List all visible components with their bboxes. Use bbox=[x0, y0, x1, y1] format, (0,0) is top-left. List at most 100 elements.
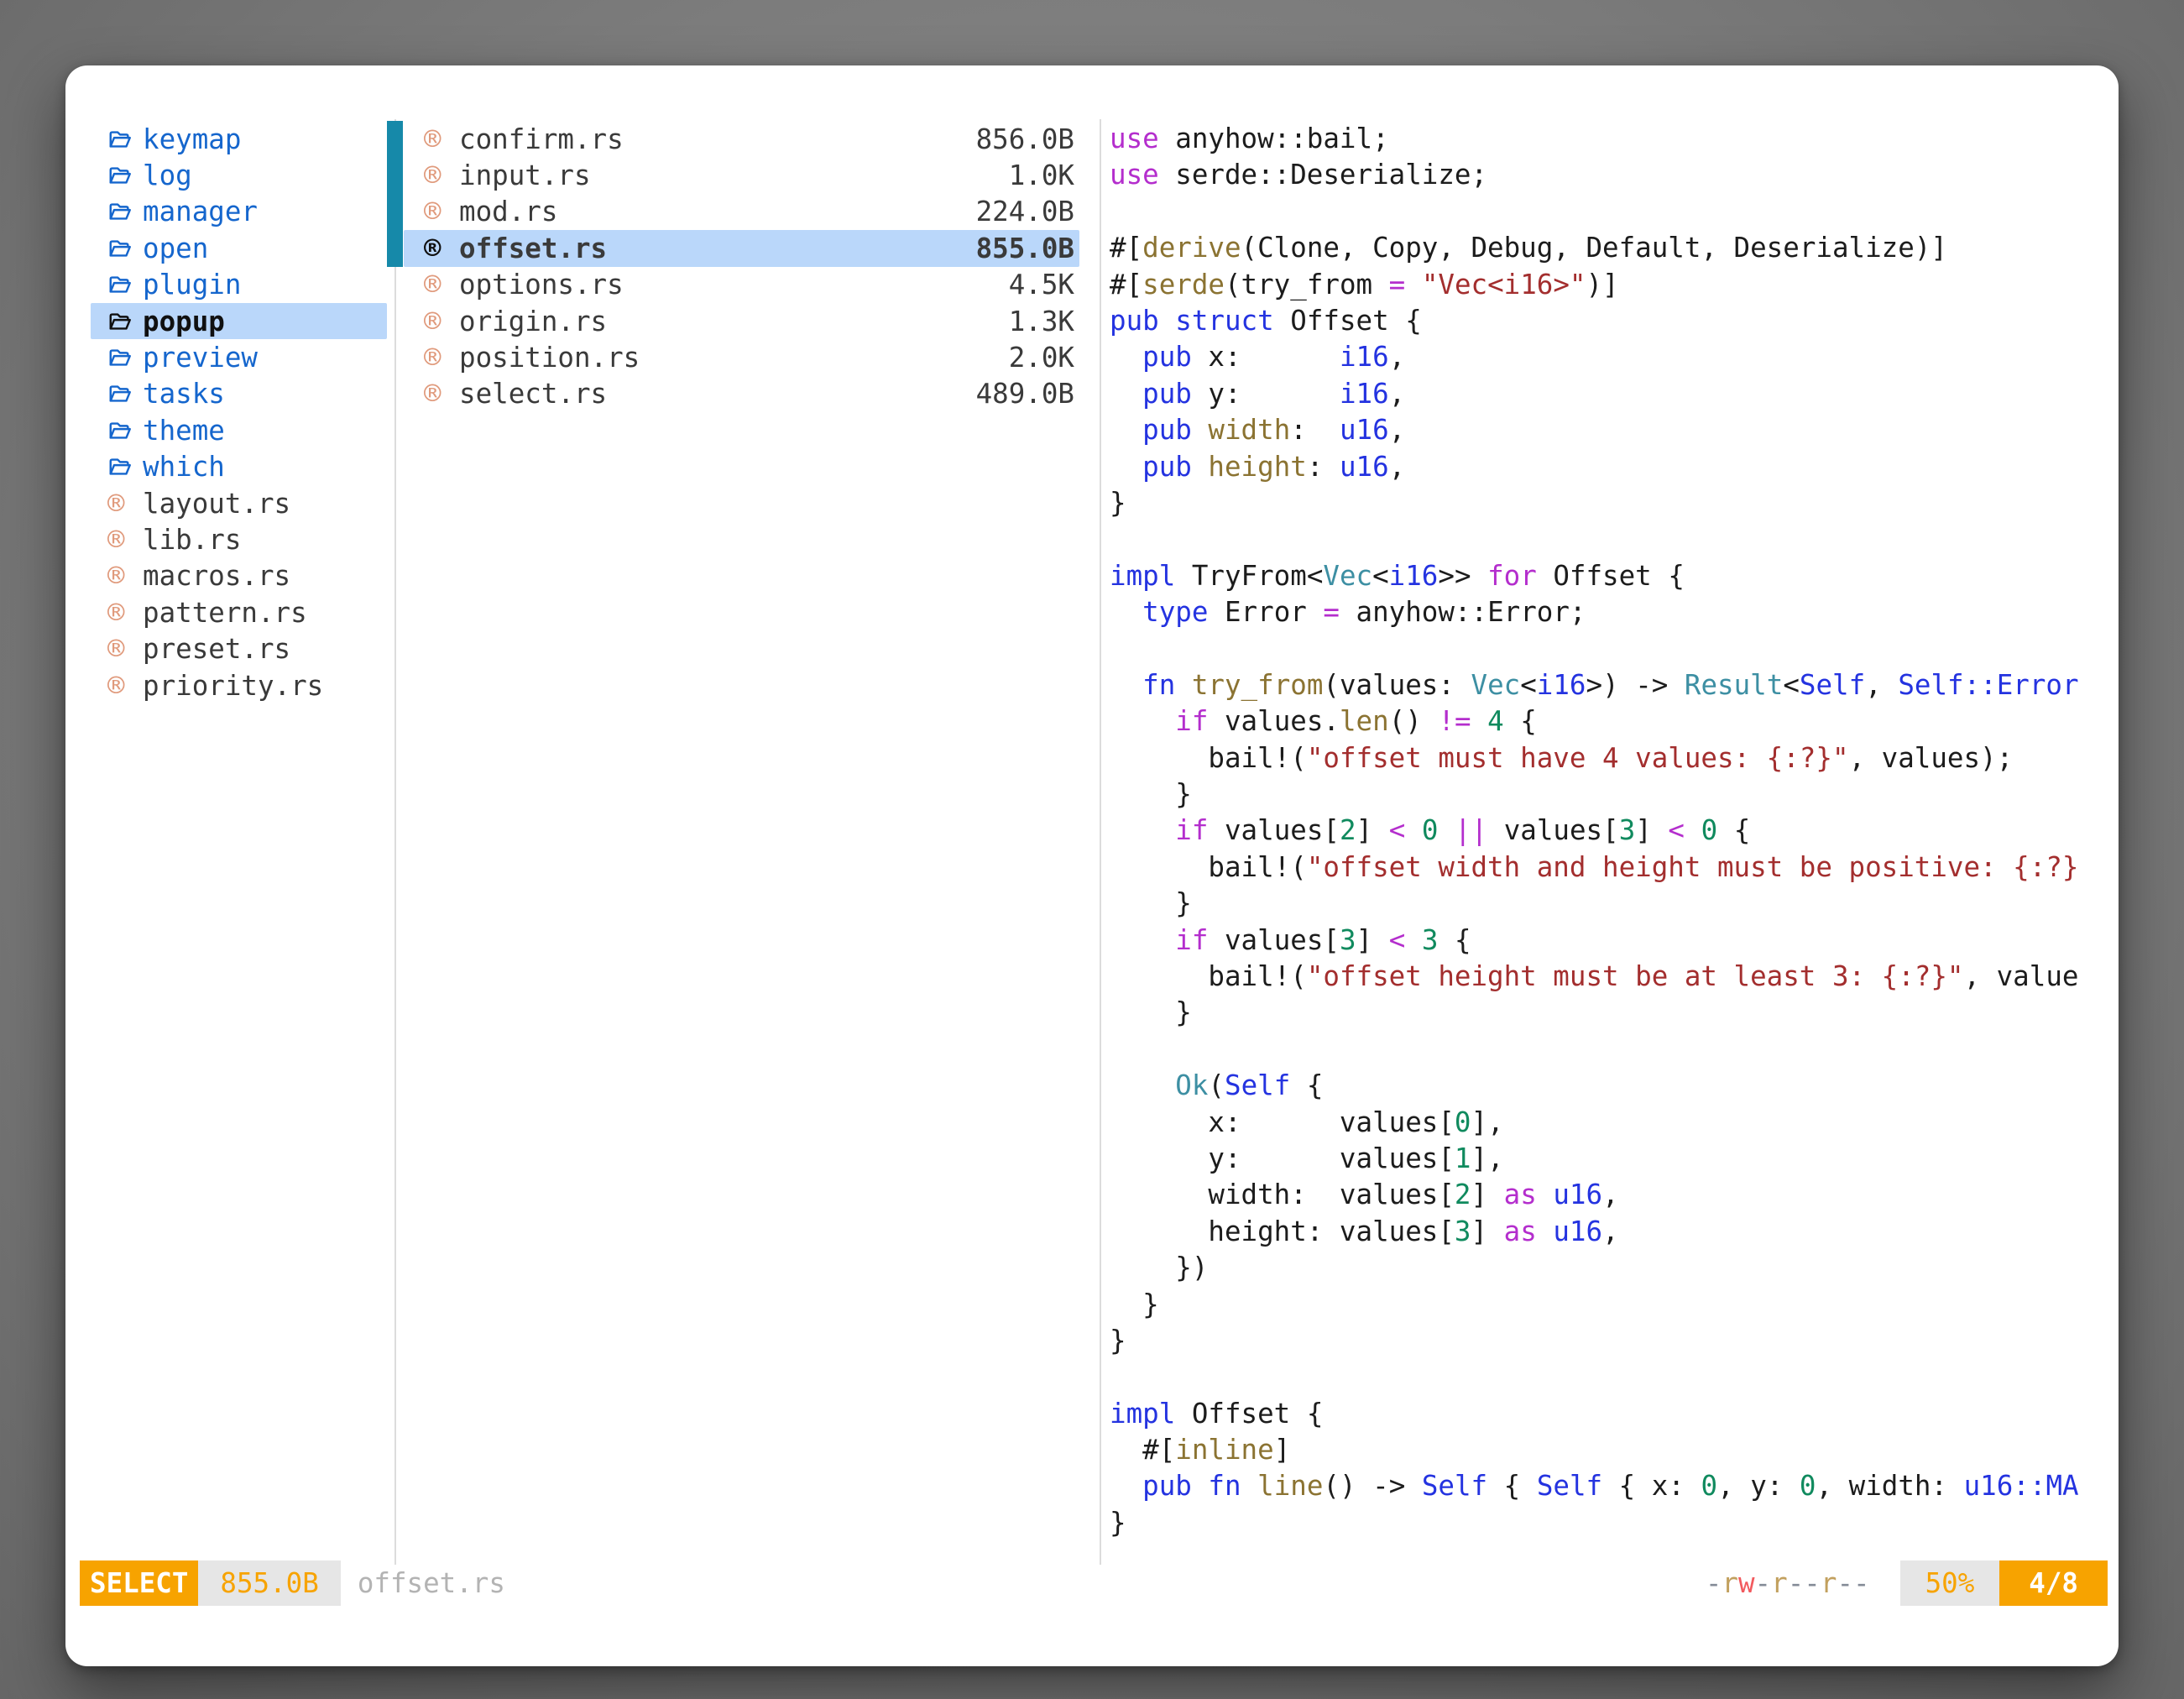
sidebar-item-lib.rs[interactable]: ®lib.rs bbox=[91, 521, 387, 557]
sidebar-item-label: log bbox=[143, 159, 192, 191]
code-line: use anyhow::bail; bbox=[1110, 121, 2113, 157]
code-line: #[inline] bbox=[1110, 1432, 2113, 1468]
sidebar-item-manager[interactable]: manager bbox=[91, 194, 387, 230]
file-row-offset.rs[interactable]: ®offset.rs855.0B bbox=[404, 230, 1079, 266]
pane-divider-right bbox=[1100, 119, 1101, 1565]
file-size: 1.3K bbox=[1009, 306, 1074, 337]
folder-icon bbox=[107, 454, 138, 479]
rust-icon: ® bbox=[424, 379, 454, 408]
code-line: width: values[2] as u16, bbox=[1110, 1177, 2113, 1213]
sidebar-item-label: tasks bbox=[143, 378, 225, 410]
code-line: }) bbox=[1110, 1250, 2113, 1286]
sidebar-item-layout.rs[interactable]: ®layout.rs bbox=[91, 485, 387, 521]
code-line: } bbox=[1110, 1323, 2113, 1359]
folder-icon bbox=[107, 381, 138, 406]
code-line: pub fn line() -> Self { Self { x: 0, y: … bbox=[1110, 1468, 2113, 1504]
code-line: impl TryFrom<Vec<i16>> for Offset { bbox=[1110, 558, 2113, 594]
rust-icon: ® bbox=[424, 270, 454, 299]
sidebar-item-label: lib.rs bbox=[143, 524, 241, 556]
rust-icon: ® bbox=[424, 125, 454, 154]
code-line: y: values[1], bbox=[1110, 1141, 2113, 1177]
code-line bbox=[1110, 1359, 2113, 1395]
rust-icon: ® bbox=[107, 672, 138, 700]
code-line: bail!("offset height must be at least 3:… bbox=[1110, 959, 2113, 995]
rust-icon: ® bbox=[107, 635, 138, 663]
sidebar-item-preview[interactable]: preview bbox=[91, 339, 387, 375]
file-size: 4.5K bbox=[1009, 269, 1074, 301]
code-line: if values[3] < 3 { bbox=[1110, 923, 2113, 959]
file-name: input.rs bbox=[459, 159, 1009, 191]
rust-icon: ® bbox=[424, 343, 454, 372]
file-row-select.rs[interactable]: ®select.rs489.0B bbox=[404, 376, 1079, 412]
code-line: use serde::Deserialize; bbox=[1110, 157, 2113, 193]
sidebar-item-keymap[interactable]: keymap bbox=[91, 121, 387, 157]
status-bar-left: SELECT 855.0B offset.rs bbox=[80, 1560, 1706, 1606]
code-line: pub height: u16, bbox=[1110, 449, 2113, 485]
yazi-file-manager-window: keymap logmanageropenpluginpopup preview ta… bbox=[65, 65, 2119, 1666]
code-line: #[serde(try_from = "Vec<i16>")] bbox=[1110, 267, 2113, 303]
sidebar-item-label: preview bbox=[143, 342, 258, 374]
code-line: x: values[0], bbox=[1110, 1105, 2113, 1141]
sidebar-item-preset.rs[interactable]: ®preset.rs bbox=[91, 630, 387, 667]
folder-icon bbox=[107, 309, 138, 334]
sidebar-item-label: open bbox=[143, 233, 208, 264]
rust-icon: ® bbox=[424, 307, 454, 336]
code-line bbox=[1110, 194, 2113, 230]
code-line bbox=[1110, 521, 2113, 557]
sidebar-item-pattern.rs[interactable]: ®pattern.rs bbox=[91, 594, 387, 630]
sidebar-item-open[interactable]: open bbox=[91, 230, 387, 266]
sidebar-item-label: pattern.rs bbox=[143, 597, 307, 629]
code-line: type Error = anyhow::Error; bbox=[1110, 594, 2113, 630]
file-name: options.rs bbox=[459, 269, 1009, 301]
file-row-position.rs[interactable]: ®position.rs2.0K bbox=[404, 339, 1079, 375]
file-size: 1.0K bbox=[1009, 159, 1074, 191]
cursor-position-badge: 4/8 bbox=[1999, 1560, 2108, 1606]
rust-icon: ® bbox=[424, 234, 454, 263]
file-name: position.rs bbox=[459, 342, 1009, 374]
mode-badge: SELECT bbox=[80, 1560, 198, 1606]
status-bar-right: -rw-r--r-- 50% 4/8 bbox=[1706, 1560, 2108, 1606]
file-size: 2.0K bbox=[1009, 342, 1074, 374]
file-row-confirm.rs[interactable]: ®confirm.rs856.0B bbox=[404, 121, 1079, 157]
code-line: pub x: i16, bbox=[1110, 339, 2113, 375]
file-name: offset.rs bbox=[459, 233, 976, 264]
file-size: 856.0B bbox=[976, 123, 1074, 155]
sidebar-item-label: keymap bbox=[143, 123, 241, 155]
file-size: 855.0B bbox=[976, 233, 1074, 264]
code-line: } bbox=[1110, 1505, 2113, 1541]
code-line: Ok(Self { bbox=[1110, 1068, 2113, 1104]
code-line: } bbox=[1110, 886, 2113, 922]
visual-select-marker bbox=[387, 121, 403, 267]
sidebar-item-label: which bbox=[143, 451, 225, 483]
code-line: pub y: i16, bbox=[1110, 376, 2113, 412]
file-row-origin.rs[interactable]: ®origin.rs1.3K bbox=[404, 303, 1079, 339]
code-line bbox=[1110, 630, 2113, 667]
sidebar-item-priority.rs[interactable]: ®priority.rs bbox=[91, 667, 387, 703]
code-line: fn try_from(values: Vec<i16>) -> Result<… bbox=[1110, 667, 2113, 703]
file-row-input.rs[interactable]: ®input.rs1.0K bbox=[404, 157, 1079, 193]
code-line: bail!("offset must have 4 values: {:?}",… bbox=[1110, 740, 2113, 776]
sidebar-item-macros.rs[interactable]: ®macros.rs bbox=[91, 558, 387, 594]
file-row-mod.rs[interactable]: ®mod.rs224.0B bbox=[404, 194, 1079, 230]
sidebar-item-theme[interactable]: theme bbox=[91, 412, 387, 448]
current-directory-pane: ®confirm.rs856.0B®input.rs1.0K®mod.rs224… bbox=[404, 121, 1079, 412]
file-size-badge: 855.0B bbox=[198, 1560, 340, 1606]
code-line: } bbox=[1110, 485, 2113, 521]
code-line: pub width: u16, bbox=[1110, 412, 2113, 448]
sidebar-item-log[interactable]: log bbox=[91, 157, 387, 193]
sidebar-item-label: popup bbox=[143, 306, 225, 337]
sidebar-item-popup[interactable]: popup bbox=[91, 303, 387, 339]
sidebar-item-plugin[interactable]: plugin bbox=[91, 267, 387, 303]
sidebar-item-which[interactable]: which bbox=[91, 449, 387, 485]
file-row-options.rs[interactable]: ®options.rs4.5K bbox=[404, 267, 1079, 303]
file-size: 489.0B bbox=[976, 378, 1074, 410]
code-line: if values.len() != 4 { bbox=[1110, 703, 2113, 740]
parent-directory-pane: keymap logmanageropenpluginpopup preview ta… bbox=[65, 121, 394, 703]
sidebar-item-label: theme bbox=[143, 415, 225, 447]
hovered-file-name: offset.rs bbox=[358, 1567, 505, 1599]
code-line: #[derive(Clone, Copy, Debug, Default, De… bbox=[1110, 230, 2113, 266]
sidebar-item-tasks[interactable]: tasks bbox=[91, 376, 387, 412]
rust-icon: ® bbox=[107, 562, 138, 590]
pane-divider-left bbox=[394, 119, 396, 1565]
folder-icon bbox=[107, 345, 138, 370]
